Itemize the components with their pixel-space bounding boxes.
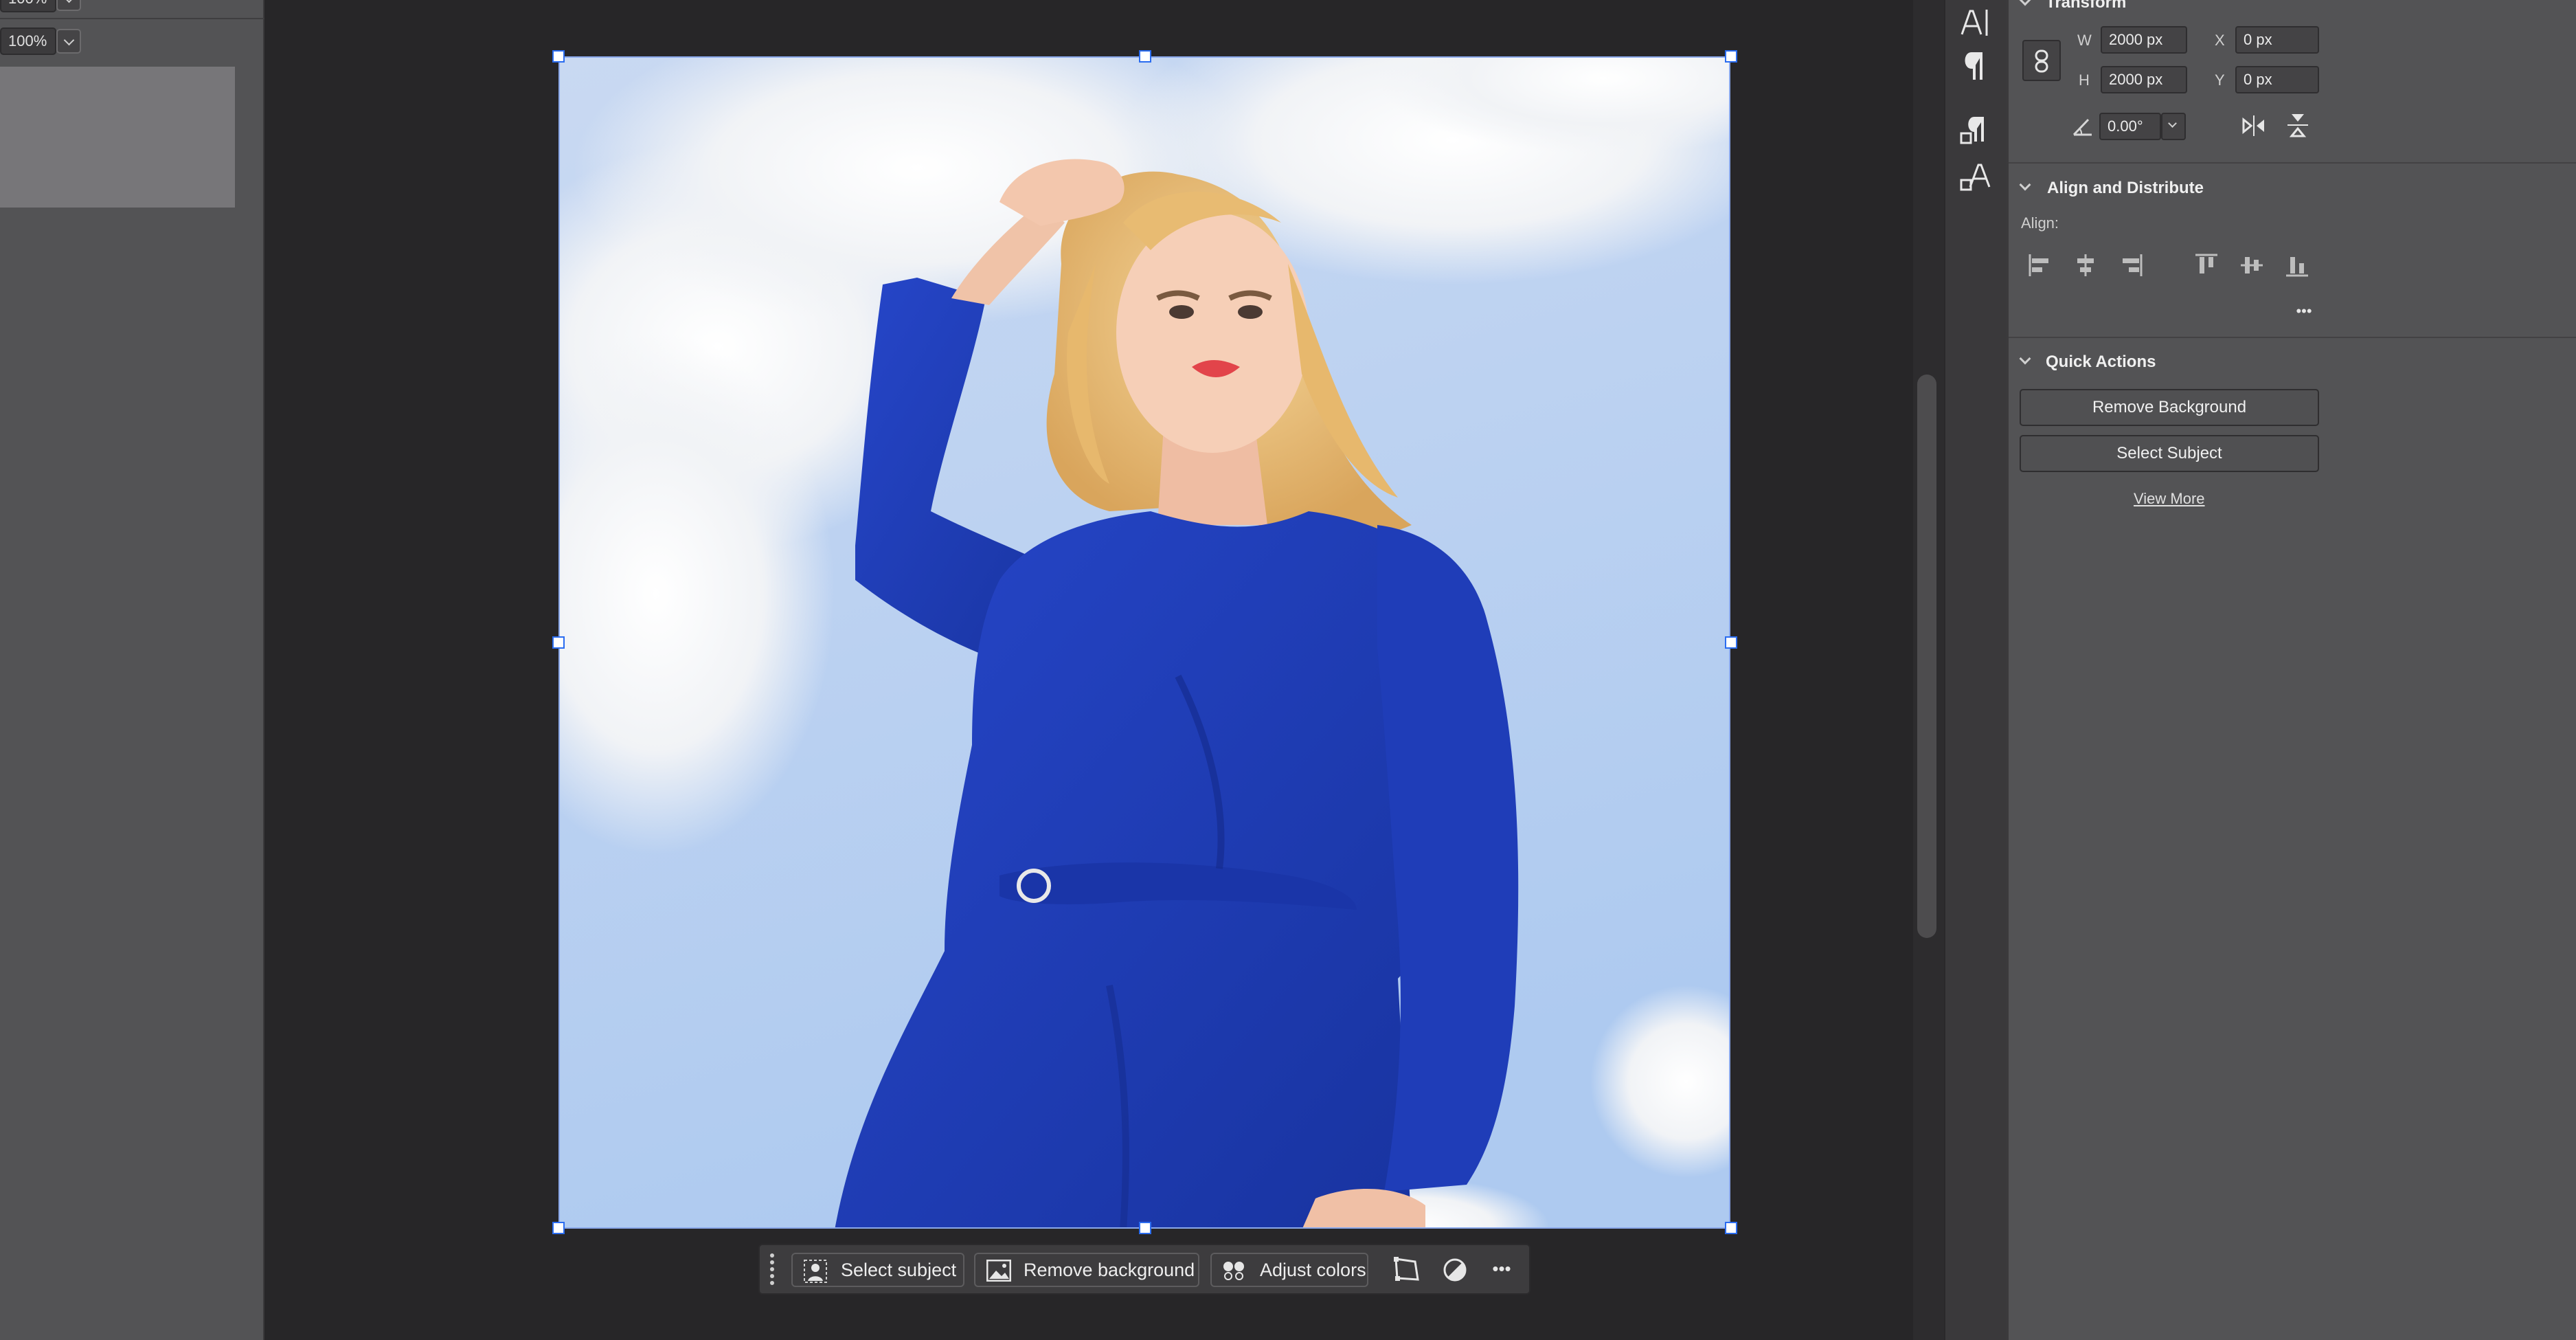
- top-value-field[interactable]: 100%: [0, 0, 56, 12]
- view-more-link[interactable]: View More: [2134, 490, 2205, 508]
- remove-background-button[interactable]: Remove background: [974, 1253, 1199, 1287]
- align-more-text: •••: [2296, 302, 2312, 320]
- left-panel: 100% 100%: [0, 0, 264, 1340]
- y-field[interactable]: 0 px: [2235, 66, 2319, 93]
- link-icon: [2035, 49, 2048, 73]
- selection-handle-top-right[interactable]: [1725, 50, 1737, 63]
- height-field[interactable]: 2000 px: [2101, 66, 2187, 93]
- select-subject-quick-label: Select Subject: [2116, 444, 2222, 462]
- angle-dropdown[interactable]: [2161, 113, 2186, 140]
- flip-vertical-icon[interactable]: [2286, 111, 2309, 139]
- align-top-icon[interactable]: [2194, 253, 2219, 278]
- selection-handle-bottom-right[interactable]: [1725, 1222, 1737, 1234]
- zoom-field[interactable]: 100%: [0, 27, 56, 55]
- selection-handle-bottom-left[interactable]: [552, 1222, 565, 1234]
- selection-handle-right[interactable]: [1725, 636, 1737, 649]
- width-field[interactable]: 2000 px: [2101, 26, 2187, 54]
- align-left-icon[interactable]: [2028, 253, 2053, 278]
- transform-title: Transform: [2046, 0, 2127, 12]
- x-label: X: [2215, 32, 2225, 49]
- adjust-colors-icon: [1223, 1262, 1244, 1280]
- align-vertical-center-icon[interactable]: [2239, 253, 2264, 278]
- layer-thumbnail[interactable]: [0, 67, 235, 208]
- adjust-colors-button[interactable]: Adjust colors: [1210, 1253, 1368, 1287]
- panel-tool-strip: [1944, 0, 2006, 1340]
- flip-horizontal-icon[interactable]: [2241, 114, 2267, 137]
- top-value-text: 100%: [8, 0, 47, 7]
- align-more-button[interactable]: •••: [2290, 302, 2318, 323]
- left-divider: [0, 18, 264, 19]
- paragraph-icon[interactable]: [1959, 51, 1991, 82]
- align-label: Align:: [2021, 214, 2059, 232]
- remove-background-quick-label: Remove Background: [2092, 398, 2247, 416]
- section-divider: [2009, 162, 2576, 164]
- x-field[interactable]: 0 px: [2235, 26, 2319, 54]
- remove-background-label: Remove background: [1024, 1260, 1195, 1280]
- quick-actions-title: Quick Actions: [2046, 353, 2156, 371]
- zoom-value-text: 100%: [8, 32, 47, 49]
- y-value: 0 px: [2244, 71, 2272, 88]
- transform-icon[interactable]: [1392, 1255, 1421, 1284]
- angle-field[interactable]: 0.00°: [2099, 113, 2161, 140]
- taskbar-grip-icon[interactable]: [767, 1252, 777, 1286]
- photo-illustration: [560, 58, 1729, 1227]
- remove-background-quick-button[interactable]: Remove Background: [2020, 389, 2319, 426]
- align-right-icon[interactable]: [2119, 253, 2143, 278]
- text-icon[interactable]: [1959, 7, 1991, 38]
- top-value-dropdown[interactable]: [56, 0, 81, 11]
- width-label: W: [2077, 32, 2092, 49]
- link-dimensions-button[interactable]: [2022, 40, 2061, 81]
- zoom-dropdown[interactable]: [56, 29, 81, 54]
- y-label: Y: [2215, 71, 2225, 89]
- remove-background-icon: [986, 1260, 1011, 1282]
- height-value: 2000 px: [2109, 71, 2163, 88]
- adjust-colors-label: Adjust colors: [1260, 1260, 1366, 1280]
- align-bottom-icon[interactable]: [2285, 253, 2309, 278]
- align-horizontal-center-icon[interactable]: [2073, 253, 2098, 278]
- x-value: 0 px: [2244, 31, 2272, 48]
- select-subject-quick-button[interactable]: Select Subject: [2020, 435, 2319, 472]
- selection-handle-top[interactable]: [1139, 50, 1151, 63]
- select-subject-icon: [804, 1260, 827, 1283]
- selection-handle-top-left[interactable]: [552, 50, 565, 63]
- taskbar-more-text: •••: [1492, 1258, 1511, 1279]
- angle-value: 0.00°: [2108, 118, 2143, 135]
- angle-dropdown-chevron-icon: [2168, 119, 2177, 128]
- select-subject-label: Select subject: [841, 1260, 957, 1280]
- selection-handle-bottom[interactable]: [1139, 1222, 1151, 1234]
- character-style-icon[interactable]: [1959, 162, 1991, 194]
- section-divider: [2009, 337, 2576, 338]
- more-icon[interactable]: •••: [1488, 1255, 1515, 1282]
- align-title: Align and Distribute: [2047, 179, 2204, 197]
- properties-panel: [2006, 0, 2576, 1340]
- angle-icon: [2072, 115, 2094, 137]
- paragraph-style-icon[interactable]: [1959, 115, 1991, 147]
- width-value: 2000 px: [2109, 31, 2163, 48]
- scrollbar-thumb[interactable]: [1917, 375, 1936, 938]
- canvas-photo[interactable]: [558, 56, 1730, 1229]
- height-label: H: [2079, 71, 2090, 89]
- selection-handle-left[interactable]: [552, 636, 565, 649]
- select-subject-button[interactable]: Select subject: [791, 1253, 964, 1287]
- mask-icon[interactable]: [1441, 1256, 1469, 1284]
